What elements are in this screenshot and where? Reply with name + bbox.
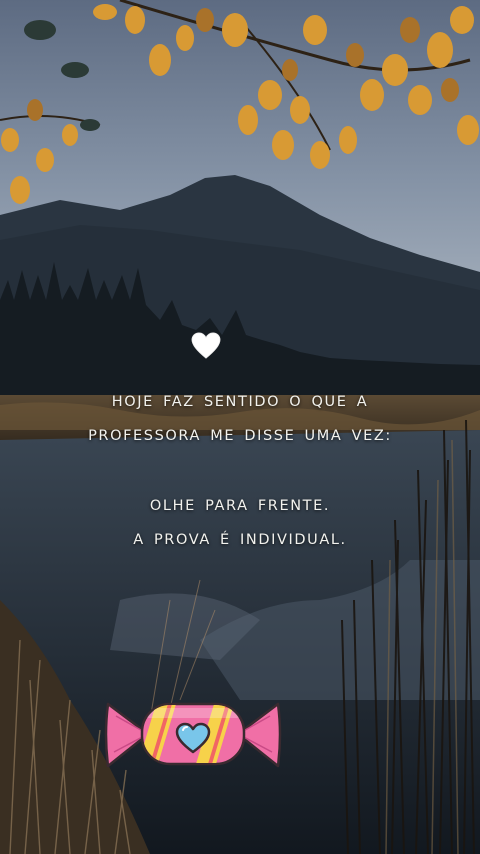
quote-line-1: HOJE FAZ SENTIDO O QUE A <box>111 394 369 410</box>
quote-line-2: PROFESSORA ME DISSE UMA VEZ: <box>88 428 392 444</box>
quote-line-3: OLHE PARA FRENTE. <box>149 498 331 514</box>
white-heart-icon <box>191 332 221 359</box>
quote-line-4: A PROVA É INDIVIDUAL. <box>133 532 347 548</box>
candy-heart-icon <box>104 702 282 768</box>
